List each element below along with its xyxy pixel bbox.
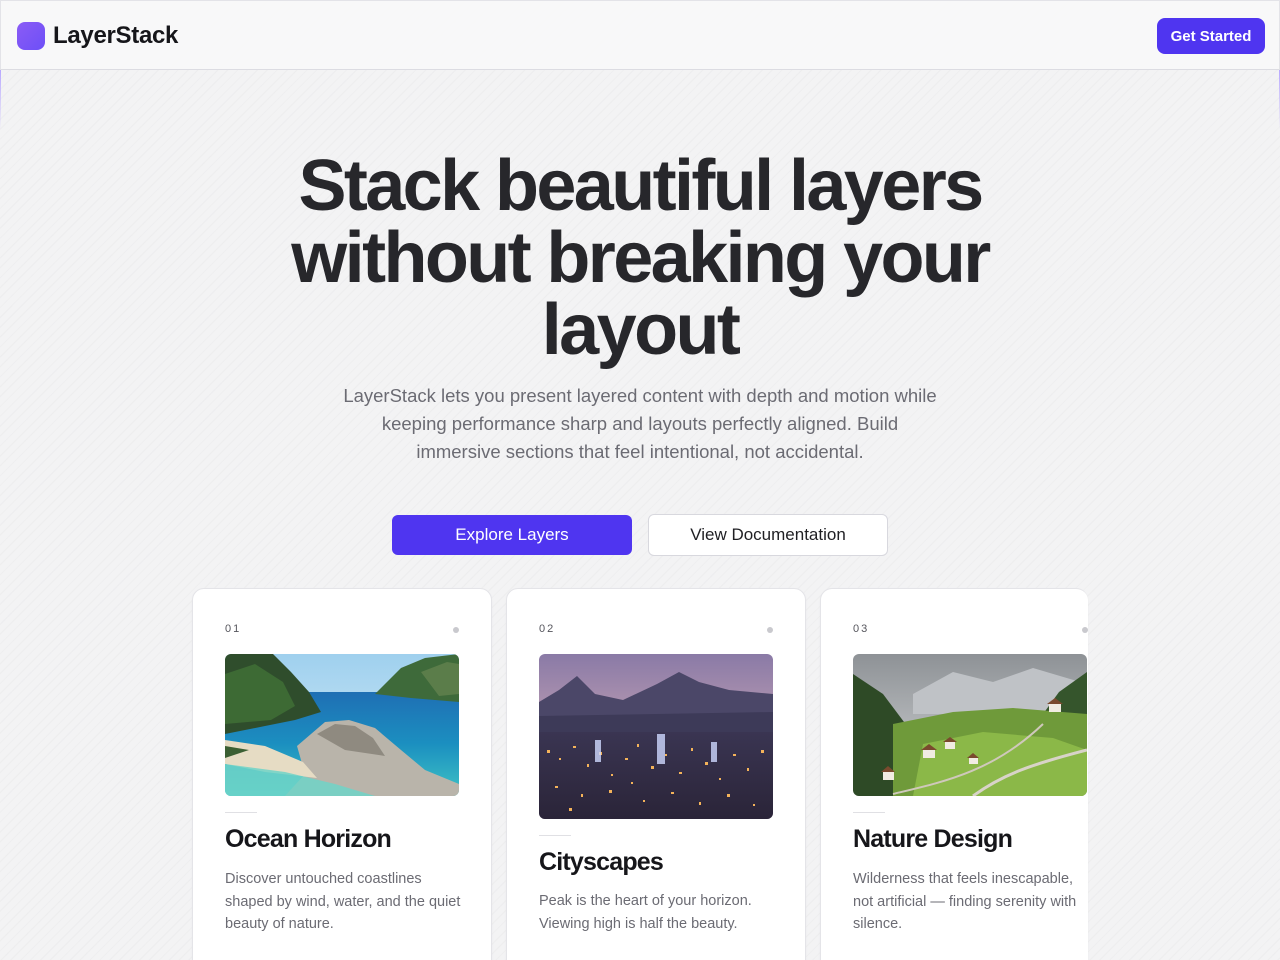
card-divider — [853, 812, 885, 813]
card-title: Ocean Horizon — [225, 825, 392, 853]
logo-square-icon — [17, 22, 45, 50]
hero-title: Stack beautiful layers without breaking … — [291, 146, 991, 370]
hero-subtitle: LayerStack lets you present layered cont… — [343, 385, 937, 462]
card-dot-indicator — [767, 627, 773, 633]
alpine-valley-image — [853, 654, 1087, 796]
accent-line-left — [0, 70, 1, 130]
card-title: Nature Design — [853, 825, 1013, 853]
card-ocean-horizon[interactable]: 01 Ocean Horizon Discover untouched coas… — [192, 588, 492, 960]
brand-name: LayerStack — [53, 22, 179, 49]
card-number: 03 — [853, 623, 870, 635]
view-documentation-button[interactable]: View Documentation — [648, 514, 888, 556]
card-number: 02 — [539, 623, 556, 635]
card-divider — [539, 835, 571, 836]
card-cityscapes[interactable]: 02 Cityscapes Peak is the heart of your … — [506, 588, 806, 960]
ocean-coastline-image — [225, 654, 459, 796]
explore-layers-button[interactable]: Explore Layers — [392, 515, 632, 555]
get-started-button[interactable]: Get Started — [1157, 18, 1265, 54]
card-description: Discover untouched coastlines shaped by … — [225, 871, 461, 932]
card-title: Cityscapes — [539, 848, 664, 876]
top-navbar: LayerStack Get Started — [0, 0, 1280, 71]
brand[interactable]: LayerStack — [17, 22, 178, 50]
card-divider — [225, 812, 257, 813]
card-description: Wilderness that feels inescapable, not a… — [853, 871, 1077, 932]
card-dot-indicator — [453, 627, 459, 633]
card-nature-design[interactable]: 03 Nature Design Wilderness that feels i… — [820, 588, 1088, 960]
card-description: Peak is the heart of your horizon. Viewi… — [539, 893, 752, 932]
card-number: 01 — [225, 623, 242, 635]
city-night-image — [539, 654, 773, 819]
card-dot-indicator — [1082, 627, 1088, 633]
